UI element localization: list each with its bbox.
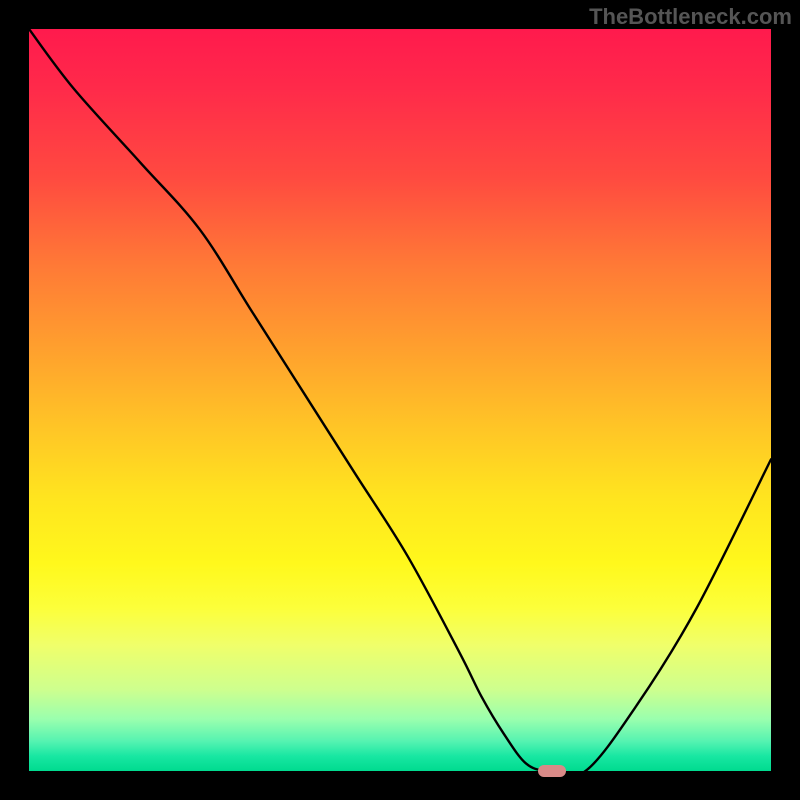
gradient-panel bbox=[29, 29, 771, 771]
watermark-text: TheBottleneck.com bbox=[589, 4, 792, 30]
optimum-marker bbox=[538, 765, 566, 777]
chart-stage: TheBottleneck.com bbox=[0, 0, 800, 800]
